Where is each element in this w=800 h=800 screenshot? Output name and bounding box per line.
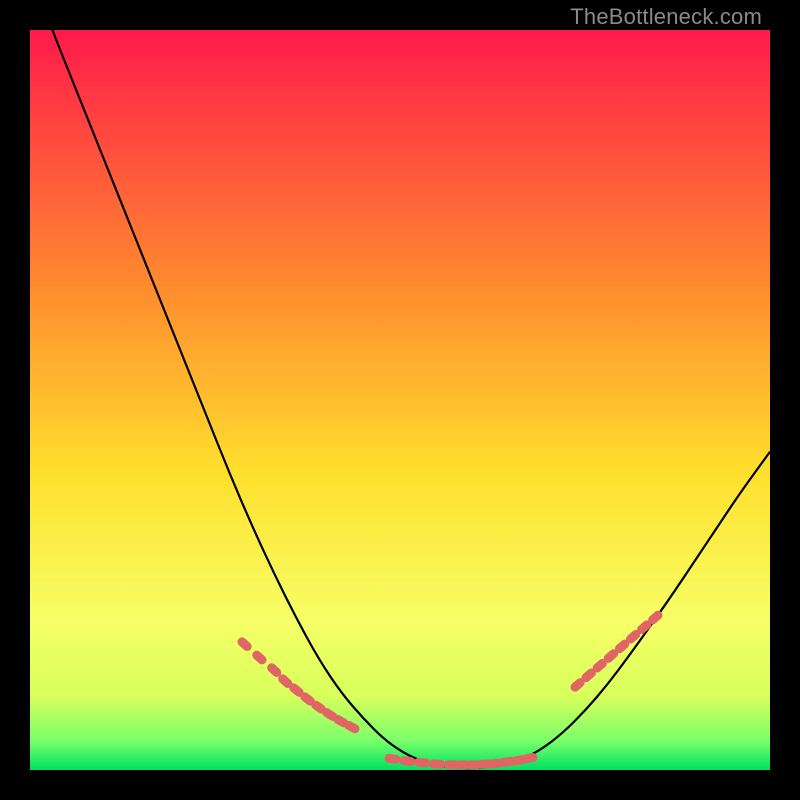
- watermark-text: TheBottleneck.com: [570, 4, 762, 30]
- curve-marker: [429, 759, 446, 769]
- bottleneck-chart-svg: [30, 30, 770, 770]
- gradient-background: [30, 30, 770, 770]
- plot-area: [30, 30, 770, 770]
- chart-frame: [30, 30, 770, 770]
